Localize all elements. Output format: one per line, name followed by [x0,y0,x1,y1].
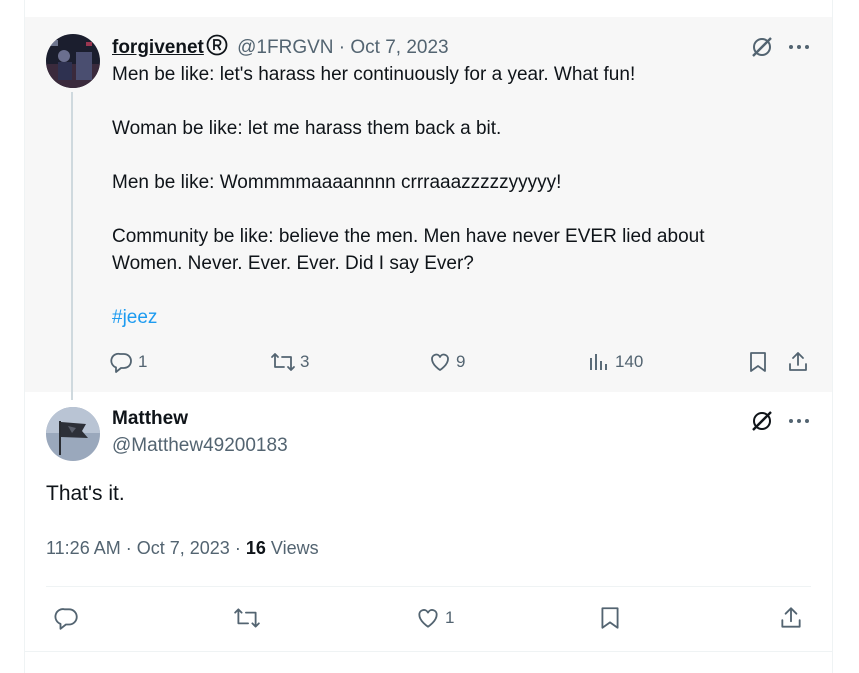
parent-grok-button[interactable] [750,35,774,64]
parent-like-count: 9 [456,352,466,371]
main-more-button[interactable] [787,411,811,436]
thread-connector-line [71,92,73,400]
main-repost-button[interactable] [233,605,261,631]
main-like-count: 1 [445,608,455,627]
parent-more-button[interactable] [787,37,811,62]
main-date[interactable]: Oct 7, 2023 [137,538,230,558]
parent-reply-count: 1 [138,352,148,371]
parent-share-button[interactable] [786,350,810,374]
bookmark-icon [597,605,623,631]
parent-text-line-2: Woman be like: let me harass them back a… [112,118,502,139]
analytics-icon [587,350,611,374]
parent-text-line-5: Women. Never. Ever. Ever. Did I say Ever… [112,253,474,274]
parent-repost-button[interactable]: 3 [270,350,309,374]
main-display-name[interactable]: Matthew [112,408,188,430]
parent-views-button[interactable]: 140 [587,350,643,374]
parent-display-name[interactable]: forgivenet [112,37,204,58]
reply-icon [110,350,134,374]
main-handle[interactable]: @Matthew49200183 [112,435,288,457]
registered-badge-icon [206,34,228,62]
grok-icon [750,411,774,437]
main-tweet-text: That's it. [46,482,125,505]
parent-text-line-1: Men be like: let's harass her continuous… [112,64,636,85]
parent-handle[interactable]: @1FRGVN [237,37,333,58]
heart-icon [415,605,441,631]
main-views-count: 16 [245,538,266,558]
tweet-bottom-border [25,651,832,652]
more-icon [787,44,811,61]
main-like-button[interactable]: 1 [415,605,454,631]
parent-hashtag-link[interactable]: #jeez [112,304,157,331]
heart-icon [428,350,452,374]
grok-icon [750,37,774,63]
repost-icon [270,350,296,374]
repost-icon [233,605,261,631]
parent-text-line-4: Community be like: believe the men. Men … [112,226,705,247]
bookmark-icon [746,350,770,374]
share-icon [786,350,810,374]
parent-repost-count: 3 [300,352,310,371]
actions-divider [46,586,811,587]
main-views-label: Views [270,538,319,558]
reply-icon [54,605,80,631]
share-icon [778,605,804,631]
main-reply-button[interactable] [54,605,80,631]
parent-bookmark-button[interactable] [746,350,770,374]
parent-text-line-3: Men be like: Wommmmaaaannnn crrraaazzzzz… [112,172,562,193]
parent-date[interactable]: Oct 7, 2023 [350,37,448,58]
more-icon [787,418,811,435]
parent-reply-button[interactable]: 1 [110,350,147,374]
parent-like-button[interactable]: 9 [428,350,465,374]
main-separator: · [125,538,132,558]
main-time[interactable]: 11:26 AM [46,538,121,558]
main-avatar[interactable] [46,407,100,461]
parent-avatar[interactable] [46,34,100,88]
main-grok-button[interactable] [750,409,774,438]
parent-separator: · [338,37,346,58]
main-share-button[interactable] [778,605,804,631]
main-bookmark-button[interactable] [597,605,623,631]
parent-views-count: 140 [615,352,644,371]
main-separator-2: · [234,538,241,558]
